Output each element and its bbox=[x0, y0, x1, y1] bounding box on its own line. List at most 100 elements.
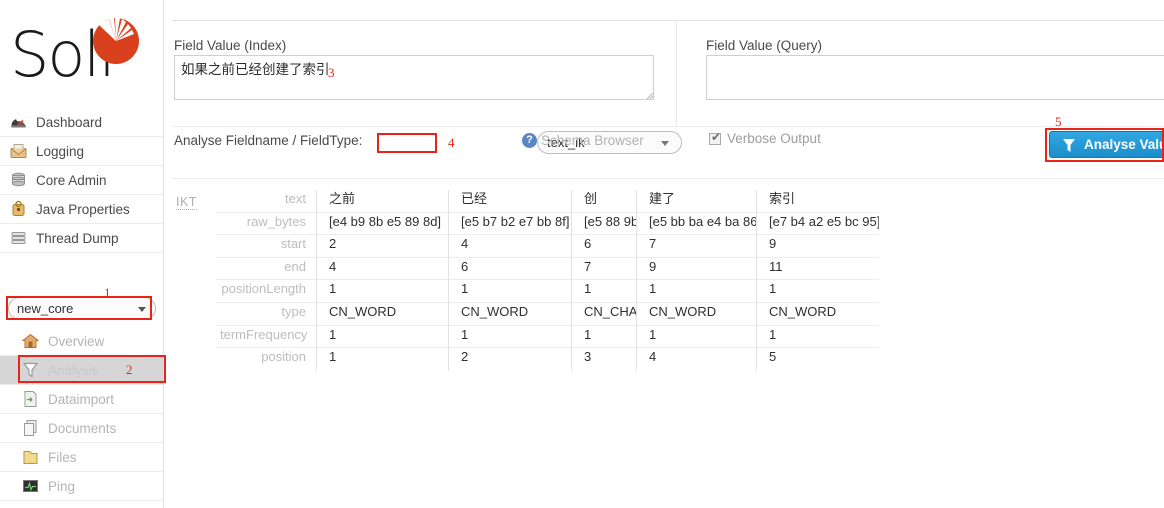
results-cell-termFrequency: 1 bbox=[637, 326, 756, 349]
results-cell-end: 9 bbox=[637, 258, 756, 281]
results-row-label: start bbox=[216, 235, 316, 258]
sidebar: Solr Dashboard Logging Core Admin Java P… bbox=[0, 0, 164, 508]
core-selector-value-box[interactable]: new_core bbox=[8, 297, 156, 320]
documents-icon bbox=[24, 420, 37, 436]
results-cell-positionLength: 1 bbox=[757, 280, 879, 303]
controls-bottom-divider bbox=[172, 178, 1164, 179]
results-row-label: position bbox=[261, 349, 306, 365]
results-row-label: type bbox=[216, 303, 316, 326]
results-cell-end: 6 bbox=[449, 258, 571, 281]
results-cell-raw_bytes: [e5 88 9b] bbox=[572, 213, 636, 236]
chevron-down-icon bbox=[661, 141, 669, 146]
verbose-output-checkbox[interactable]: ✔ bbox=[709, 130, 722, 145]
sidebar-item-label: Documents bbox=[48, 421, 117, 436]
results-row-label: end bbox=[216, 258, 316, 281]
dataimport-icon bbox=[24, 391, 37, 407]
results-cell-termFrequency: 1 bbox=[757, 326, 879, 349]
results-cell-type: CN_CHAR bbox=[572, 303, 636, 326]
files-folder-icon bbox=[23, 451, 38, 464]
sidebar-item-dataimport[interactable]: Dataimport bbox=[0, 385, 163, 414]
sidebar-item-label: Logging bbox=[36, 144, 85, 159]
results-cell-positionLength: 1 bbox=[317, 280, 448, 303]
results-row-label: positionLength bbox=[216, 280, 316, 303]
ping-icon bbox=[23, 480, 38, 492]
results-cell-raw_bytes: [e5 bb ba e4 ba 86] bbox=[637, 213, 756, 236]
results-cell-termFrequency: 1 bbox=[572, 326, 636, 349]
sidebar-item-label: Overview bbox=[48, 334, 105, 349]
results-cell-type: CN_WORD bbox=[757, 303, 879, 326]
results-cell-raw_bytes: [e4 b9 8b e5 89 8d] bbox=[317, 213, 448, 236]
results-cell-text: 之前 bbox=[317, 190, 448, 213]
results-token-column: 之前 [e4 b9 8b e5 89 8d] 2 4 1 CN_WORD 1 1 bbox=[316, 190, 448, 371]
results-cell-positionLength: 1 bbox=[572, 280, 636, 303]
core-admin-icon bbox=[12, 172, 25, 187]
java-properties-icon bbox=[12, 200, 25, 216]
sidebar-item-files[interactable]: Files bbox=[0, 443, 163, 472]
analyzer-abbreviation: IKT bbox=[176, 195, 197, 210]
sidebar-item-core-admin[interactable]: Core Admin bbox=[0, 166, 163, 195]
results-cell-position: 4 bbox=[649, 349, 657, 365]
question-mark-glyph: ? bbox=[526, 134, 533, 146]
sidebar-item-documents[interactable]: Documents bbox=[0, 414, 163, 443]
results-cell-position: 5 bbox=[769, 349, 777, 365]
results-cell-end: 7 bbox=[572, 258, 636, 281]
sidebar-item-label: Java Properties bbox=[36, 202, 130, 217]
solr-flare-logo-icon bbox=[93, 17, 139, 64]
results-row-label: raw_bytes bbox=[216, 213, 316, 236]
thread-dump-icon bbox=[11, 232, 26, 244]
solr-admin-window: Solr Dashboard Logging Core Admin Java P… bbox=[0, 0, 1164, 508]
logging-icon bbox=[10, 144, 27, 158]
sidebar-item-label: Ping bbox=[48, 479, 76, 494]
sidebar-item-label: Thread Dump bbox=[36, 231, 119, 246]
sidebar-item-java-properties[interactable]: Java Properties bbox=[0, 195, 163, 224]
results-token-column: 创[e5 88 9b]671CN_CHAR13 bbox=[571, 190, 636, 371]
checkmark-icon: ✔ bbox=[711, 130, 722, 144]
results-cell-text: 创 bbox=[572, 190, 636, 213]
question-mark-icon[interactable]: ? bbox=[522, 133, 537, 148]
sidebar-item-label: Dashboard bbox=[36, 115, 103, 130]
results-token-column: 已经 [e5 b7 b2 e7 bb 8f] 4 6 1 CN_WORD 1 2 bbox=[448, 190, 571, 371]
field-value-query-textarea[interactable] bbox=[706, 55, 1164, 100]
global-nav: Dashboard Logging Core Admin Java Proper… bbox=[0, 108, 163, 253]
results-cell-termFrequency: 1 bbox=[317, 326, 448, 349]
analyse-values-button[interactable]: Analyse Values bbox=[1049, 131, 1164, 158]
field-value-index-textarea[interactable] bbox=[174, 55, 654, 100]
dashboard-icon bbox=[11, 119, 26, 128]
core-selector[interactable]: new_core bbox=[8, 297, 156, 320]
results-cell-position: 2 bbox=[461, 349, 469, 365]
results-cell-position: 1 bbox=[329, 349, 337, 365]
results-cell-start: 9 bbox=[757, 235, 879, 258]
verbose-output-label: Verbose Output bbox=[727, 131, 821, 146]
sidebar-item-logging[interactable]: Logging bbox=[0, 137, 163, 166]
controls-top-divider bbox=[172, 126, 1164, 127]
results-cell-text: 建了 bbox=[637, 190, 756, 213]
core-nav: Overview Analysis Dataimport Documents F… bbox=[0, 327, 163, 501]
results-cell-raw_bytes: [e7 b4 a2 e5 bc 95] bbox=[757, 213, 879, 236]
results-cell-start: 4 bbox=[449, 235, 571, 258]
results-cell-raw_bytes: [e5 b7 b2 e7 bb 8f] bbox=[449, 213, 571, 236]
results-row-label-column: text raw_bytes start end positionLength type t… bbox=[216, 190, 316, 371]
sidebar-item-thread-dump[interactable]: Thread Dump bbox=[0, 224, 163, 253]
schema-browser-link[interactable]: Schema Browser bbox=[541, 133, 644, 148]
results-cell-end: 4 bbox=[317, 258, 448, 281]
solr-logo[interactable]: Solr bbox=[0, 0, 163, 108]
results-row-label: termFrequency bbox=[216, 326, 316, 349]
results-token-column: 索引 [e7 b4 a2 e5 bc 95] 9 11 1 CN_WORD 1 5 bbox=[756, 190, 879, 371]
sidebar-item-ping[interactable]: Ping bbox=[0, 472, 163, 501]
sidebar-item-analysis[interactable]: Analysis bbox=[0, 356, 163, 385]
top-divider bbox=[172, 20, 1164, 21]
analysis-funnel-icon bbox=[22, 362, 39, 378]
sidebar-item-label: Core Admin bbox=[36, 173, 107, 188]
panel-divider bbox=[676, 22, 677, 126]
sidebar-item-label: Dataimport bbox=[48, 392, 115, 407]
results-cell-position: 3 bbox=[584, 349, 592, 365]
results-row-label: text bbox=[216, 190, 316, 213]
results-cell-positionLength: 1 bbox=[637, 280, 756, 303]
sidebar-item-dashboard[interactable]: Dashboard bbox=[0, 108, 163, 137]
results-cell-start: 6 bbox=[572, 235, 636, 258]
sidebar-item-overview[interactable]: Overview bbox=[0, 327, 163, 356]
results-cell-type: CN_WORD bbox=[637, 303, 756, 326]
results-cell-termFrequency: 1 bbox=[449, 326, 571, 349]
results-cell-positionLength: 1 bbox=[449, 280, 571, 303]
results-token-column: 建了 [e5 bb ba e4 ba 86] 7 9 1 CN_WORD 1 4 bbox=[636, 190, 756, 371]
